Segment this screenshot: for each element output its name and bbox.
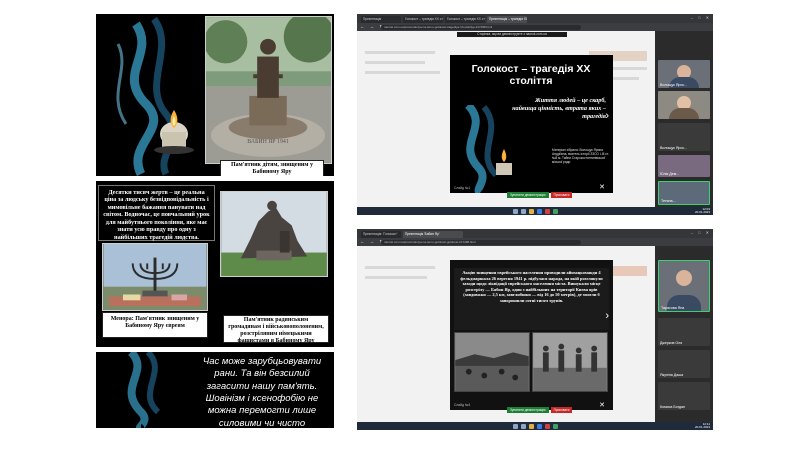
- quote-text: Час може зарубцьовувати рани. Та він без…: [202, 356, 322, 428]
- share-controls: Зупинити демонстрацію Приховати: [507, 192, 573, 198]
- browser-tab[interactable]: Голокост – трагедія ХХ столітт: [403, 16, 443, 23]
- browser-tab-active[interactable]: Презентація – трагедія XX ст: [487, 16, 527, 23]
- next-slide-arrow-icon[interactable]: ›: [605, 310, 609, 322]
- slide-number: Слайд №4: [454, 403, 471, 407]
- page-text-line: [365, 276, 427, 279]
- candle-flame-image: [96, 14, 201, 176]
- intro-text-block: Десятки тисяч жертв – це реальна ціна за…: [98, 185, 215, 241]
- browser-tab[interactable]: Презентація: 'Голокост': [361, 231, 401, 238]
- children-monument-photo: ВАБИН ЯР 1941: [205, 16, 332, 164]
- participant-tile[interactable]: Джерков Оля: [658, 318, 710, 346]
- participant-name: Тарасова Яна: [661, 306, 685, 310]
- participant-name: Джерков Оля: [660, 341, 683, 345]
- app-icon[interactable]: [552, 423, 558, 429]
- browser-icon[interactable]: [536, 208, 542, 214]
- slide-quote: Час може зарубцьовувати рани. Та він без…: [96, 352, 334, 428]
- app-icon[interactable]: [544, 208, 550, 214]
- clock-date: 20.01.2023: [694, 210, 710, 215]
- window-controls[interactable]: – □ ✕: [691, 230, 711, 235]
- participant-name: Комиса Богдан: [660, 405, 685, 409]
- participants-panel: Тарасова Яна Джерков Оля Якуліна Даша Ко…: [655, 246, 713, 422]
- browser-tab-bar: Презентація: 'Голокост' Презентація 'Баб…: [357, 229, 713, 238]
- browser-tab[interactable]: Презентація: [361, 16, 401, 23]
- share-controls: Зупинити демонстрацію Приховати: [507, 407, 573, 413]
- presentation-slide: Голокост – трагедія ХХ століття Життя лю…: [450, 55, 613, 193]
- app-icon[interactable]: [552, 208, 558, 214]
- soviet-monument-photo: [220, 191, 328, 277]
- participant-name: Волощук Ярос...: [660, 83, 688, 87]
- url-field[interactable]: naurok.com.ua/prezentaciya-na-temu-golok…: [381, 24, 581, 30]
- slide-memorials: Десятки тисяч жертв – це реальна ціна за…: [96, 181, 334, 347]
- participants-panel: Волощук Ярос... Волощук Ярос... Юлія Дем…: [655, 31, 713, 207]
- webpage-content: Сторінка, яку ви демонструєте з naurok.c…: [357, 31, 655, 207]
- meeting-screenshot-2: Презентація: 'Голокост' Презентація 'Баб…: [357, 229, 713, 430]
- participant-name: Юлія Дем...: [660, 172, 680, 176]
- participant-tile[interactable]: Якуліна Даша: [658, 350, 710, 378]
- participant-name: Якуліна Даша: [660, 373, 684, 377]
- webpage-content: Акцію знищення єврейського населення про…: [357, 246, 655, 422]
- meeting-screenshot-1: Презентація Голокост – трагедія ХХ столі…: [357, 14, 713, 215]
- start-icon[interactable]: [512, 208, 518, 214]
- close-icon[interactable]: ✕: [599, 183, 605, 191]
- taskbar-clock: 12:11 20.01.2023: [694, 422, 710, 430]
- participant-name: Тетяна...: [661, 199, 676, 203]
- page-text-line: [365, 266, 435, 269]
- close-icon[interactable]: ✕: [599, 401, 605, 409]
- participant-tile[interactable]: Комиса Богдан: [658, 382, 710, 410]
- flame-decoration: [96, 352, 186, 428]
- browser-tab-active[interactable]: Презентація 'Бабин Яр': [403, 231, 463, 238]
- browser-tab[interactable]: Голокост – трагедія ХХ ст: [445, 16, 485, 23]
- menorah-photo: [102, 243, 208, 311]
- app-icon[interactable]: [544, 423, 550, 429]
- participant-tile-active[interactable]: Тетяна...: [658, 181, 710, 205]
- search-icon[interactable]: [520, 423, 526, 429]
- address-bar: ← → ↻ naurok.com.ua/prezentaciya-na-temu…: [357, 23, 713, 31]
- participant-tile[interactable]: [658, 91, 710, 119]
- slide-text-block: Акцію знищення єврейського населення про…: [454, 268, 609, 330]
- taskbar-clock: 12:03 20.01.2023: [694, 207, 710, 215]
- windows-taskbar: 12:11 20.01.2023: [357, 422, 713, 430]
- window-controls[interactable]: – □ ✕: [691, 15, 711, 20]
- participant-tile[interactable]: Волощук Ярос...: [658, 123, 710, 151]
- screen-share-banner: Сторінка, яку ви демонструєте з naurok.c…: [457, 32, 567, 37]
- page-text-line: [365, 51, 435, 54]
- slide-children-monument: ВАБИН ЯР 1941 Пам'ятник дітям, знищеним …: [96, 14, 334, 176]
- slide-title: Голокост – трагедія ХХ століття: [471, 63, 591, 88]
- composite-screenshot: ВАБИН ЯР 1941 Пам'ятник дітям, знищеним …: [0, 0, 800, 450]
- participant-tile[interactable]: Юлія Дем...: [658, 155, 710, 177]
- participant-tile-active[interactable]: Тарасова Яна: [658, 260, 710, 312]
- clock-date: 20.01.2023: [694, 425, 710, 430]
- historic-photo-left: [454, 332, 530, 392]
- soviet-monument-caption: Пам'ятник радянським громадянам і військ…: [223, 315, 329, 344]
- historic-photo-right: [532, 332, 608, 392]
- participant-body: [669, 108, 699, 119]
- slide-subtitle: Життя людей – це скарб, найвища цінність…: [512, 97, 606, 120]
- url-field[interactable]: naurok.com.ua/prezentaciya-na-temu-golok…: [381, 239, 581, 245]
- participant-name: Волощук Ярос...: [660, 146, 688, 150]
- slide-number: Слайд №1: [454, 186, 471, 190]
- menorah-caption: Менора: Пам'ятник знищеним у Бабиному Яр…: [102, 312, 208, 338]
- participant-tile[interactable]: Волощук Ярос...: [658, 60, 710, 88]
- address-bar: ← → ↻ naurok.com.ua/prezentaciya-na-temu…: [357, 238, 713, 246]
- participant-face: [676, 270, 692, 286]
- page-text-line: [365, 71, 440, 74]
- plinth-text: ВАБИН ЯР 1941: [247, 139, 289, 145]
- next-slide-arrow-icon[interactable]: ›: [605, 110, 609, 122]
- hide-button[interactable]: Приховати: [550, 192, 573, 198]
- stop-sharing-button[interactable]: Зупинити демонстрацію: [507, 407, 549, 413]
- windows-taskbar: 12:03 20.01.2023: [357, 207, 713, 215]
- hide-button[interactable]: Приховати: [550, 407, 573, 413]
- slide-author: Матеріал зібрала: Волощук Ярина Андріївн…: [552, 148, 609, 164]
- folder-icon[interactable]: [528, 208, 534, 214]
- browser-tab-bar: Презентація Голокост – трагедія ХХ столі…: [357, 14, 713, 23]
- search-icon[interactable]: [520, 208, 526, 214]
- presentation-slide: Акцію знищення єврейського населення про…: [450, 260, 613, 410]
- browser-icon[interactable]: [536, 423, 542, 429]
- start-icon[interactable]: [512, 423, 518, 429]
- page-text-line: [365, 61, 425, 64]
- stop-sharing-button[interactable]: Зупинити демонстрацію: [507, 192, 549, 198]
- folder-icon[interactable]: [528, 423, 534, 429]
- children-monument-caption: Пам'ятник дітям, знищеним у Бабиному Яру: [220, 160, 324, 176]
